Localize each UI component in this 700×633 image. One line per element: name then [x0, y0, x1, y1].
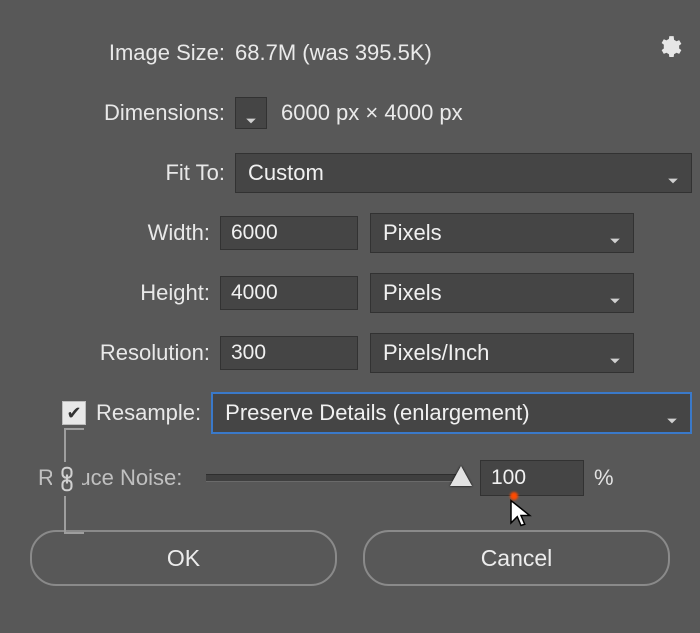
resample-checkbox[interactable]: ✔: [62, 401, 86, 425]
link-icon: [52, 462, 82, 496]
width-input[interactable]: 6000: [220, 216, 358, 250]
gear-icon[interactable]: [656, 34, 682, 60]
ok-button[interactable]: OK: [30, 530, 337, 586]
percent-label: %: [594, 465, 614, 491]
resample-method-select[interactable]: Preserve Details (enlargement): [211, 392, 692, 434]
height-input[interactable]: 4000: [220, 276, 358, 310]
cancel-button[interactable]: Cancel: [363, 530, 670, 586]
width-unit-value: Pixels: [383, 220, 442, 246]
chevron-down-icon: [609, 287, 621, 299]
mouse-cursor-icon: [508, 498, 534, 528]
slider-thumb-icon[interactable]: [450, 466, 472, 486]
resample-label: Resample:: [96, 400, 211, 426]
chevron-down-icon: [667, 167, 679, 179]
resolution-input[interactable]: 300: [220, 336, 358, 370]
width-label: Width:: [0, 220, 220, 246]
image-size-label: Image Size:: [0, 40, 235, 66]
fit-to-label: Fit To:: [0, 160, 235, 186]
dimensions-value: 6000 px × 4000 px: [281, 100, 463, 126]
height-unit-value: Pixels: [383, 280, 442, 306]
chevron-down-icon: [666, 407, 678, 419]
height-unit-select[interactable]: Pixels: [370, 273, 634, 313]
reduce-noise-input[interactable]: 100: [480, 460, 584, 496]
image-size-value: 68.7M (was 395.5K): [235, 40, 432, 66]
resample-method-value: Preserve Details (enlargement): [225, 400, 529, 426]
chevron-down-icon: [245, 107, 257, 119]
dimensions-label: Dimensions:: [0, 100, 235, 126]
fit-to-select[interactable]: Custom: [235, 153, 692, 193]
height-label: Height:: [0, 280, 220, 306]
resolution-unit-select[interactable]: Pixels/Inch: [370, 333, 634, 373]
dimensions-units-dropdown[interactable]: [235, 97, 267, 129]
image-size-dialog: Image Size: 68.7M (was 395.5K) Dimension…: [0, 0, 700, 633]
chevron-down-icon: [609, 227, 621, 239]
resolution-label: Resolution:: [0, 340, 220, 366]
resolution-unit-value: Pixels/Inch: [383, 340, 489, 366]
chevron-down-icon: [609, 347, 621, 359]
constrain-proportions-link[interactable]: [58, 424, 88, 534]
width-unit-select[interactable]: Pixels: [370, 213, 634, 253]
fit-to-value: Custom: [248, 160, 324, 186]
reduce-noise-slider[interactable]: [206, 474, 466, 482]
